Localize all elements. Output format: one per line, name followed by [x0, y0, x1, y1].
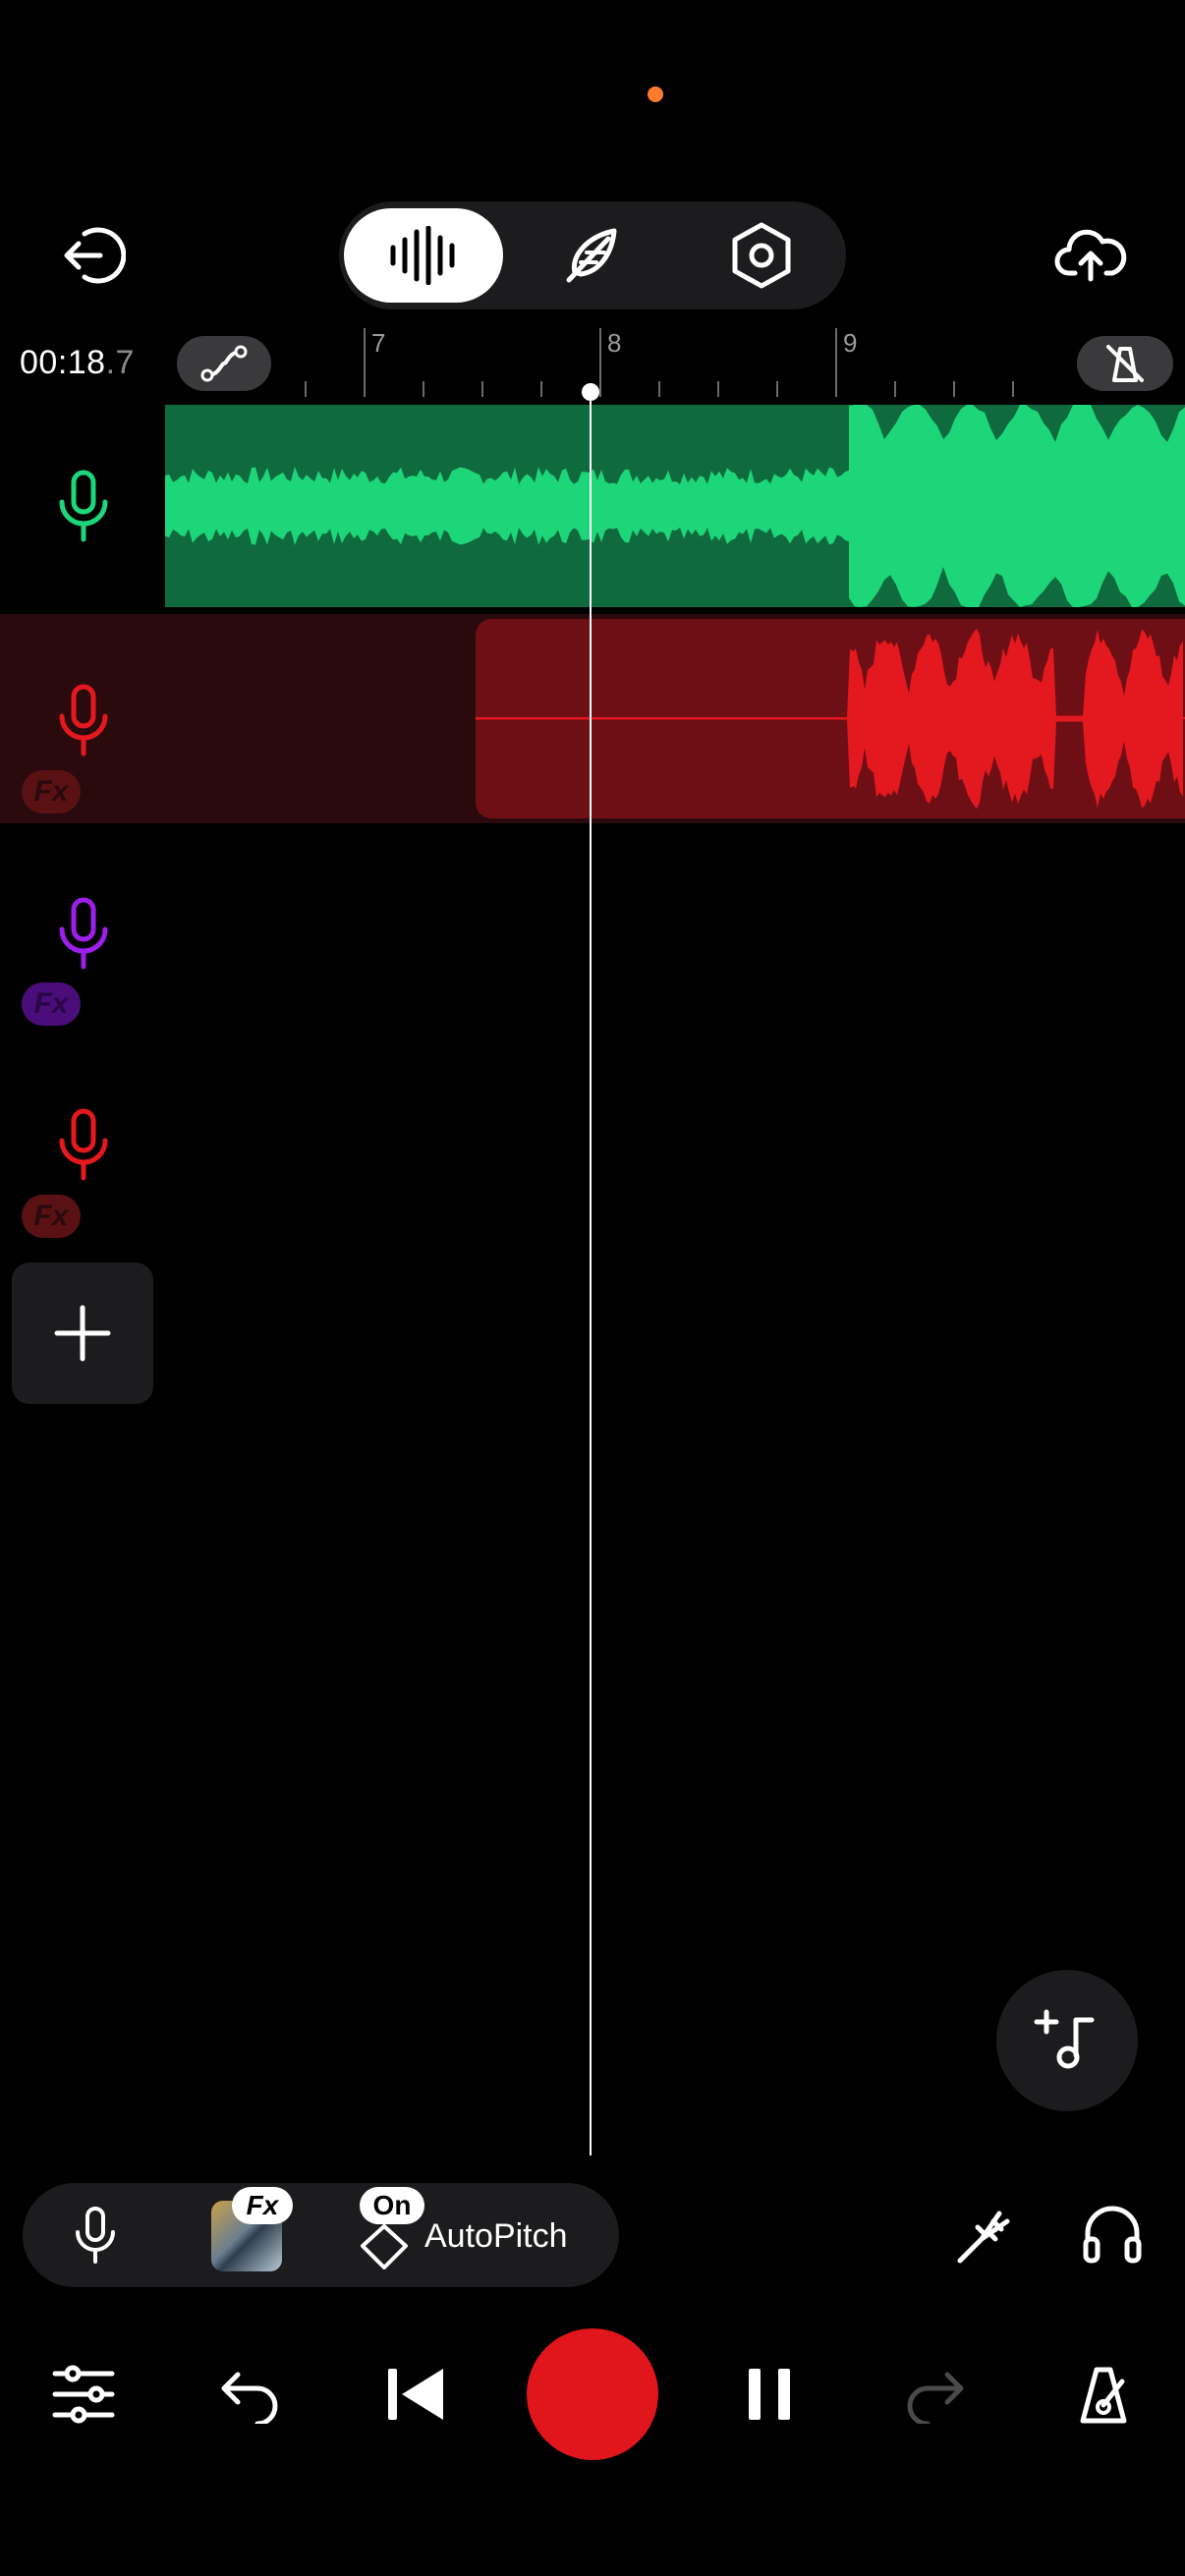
autopitch-label[interactable]: AutoPitch — [424, 2217, 568, 2256]
ruler-tick — [658, 381, 660, 397]
track-1-waveform — [165, 405, 1185, 607]
ruler-tick — [599, 328, 601, 397]
input-mic-button[interactable] — [59, 2196, 132, 2274]
add-track-button[interactable] — [12, 1262, 153, 1404]
track-2-mic-button[interactable] — [39, 676, 128, 764]
ruler-tick — [481, 381, 483, 397]
microphone-icon — [59, 897, 108, 970]
cloud-upload-icon — [1054, 229, 1127, 282]
mode-tab-settings[interactable] — [688, 208, 835, 303]
redo-button[interactable] — [890, 2352, 979, 2436]
headphones-button[interactable] — [1071, 2193, 1154, 2275]
fx-badge: Fx — [232, 2187, 293, 2224]
metronome-off-icon — [1106, 345, 1144, 382]
track-3-mic-button[interactable] — [39, 889, 128, 978]
ruler-tick — [835, 328, 837, 397]
microphone-icon — [59, 1108, 108, 1181]
metronome-button[interactable] — [1059, 2352, 1148, 2436]
settings-hex-icon — [732, 222, 791, 289]
mixer-button[interactable] — [39, 2352, 128, 2436]
time-fraction: .7 — [105, 344, 135, 381]
track-2-waveform — [476, 628, 1185, 810]
ruler-tick — [305, 381, 307, 397]
plus-icon — [54, 1305, 111, 1362]
microphone-icon — [59, 470, 108, 542]
pause-icon — [749, 2369, 790, 2420]
tuning-fork-button[interactable] — [943, 2193, 1026, 2275]
redo-icon — [907, 2372, 964, 2424]
ruler-tick — [423, 381, 424, 397]
mode-tab-lyrics[interactable] — [521, 208, 662, 303]
ruler-mark-7: 7 — [371, 328, 386, 358]
track-2-fx-badge[interactable]: Fx — [22, 770, 81, 813]
playhead-handle[interactable] — [582, 383, 599, 401]
skip-back-icon — [388, 2369, 443, 2420]
track-4-fx-badge[interactable]: Fx — [22, 1195, 81, 1238]
time-display: 00:18.7 — [20, 344, 135, 382]
track-1-mic-button[interactable] — [39, 462, 128, 550]
metronome-icon — [1080, 2367, 1127, 2424]
track-4-mic-button[interactable] — [39, 1100, 128, 1189]
exit-button[interactable] — [49, 216, 138, 295]
diamond-tag-icon — [361, 2224, 408, 2269]
ruler-mark-9: 9 — [843, 328, 858, 358]
undo-button[interactable] — [206, 2352, 295, 2436]
undo-icon — [221, 2372, 278, 2424]
add-music-button[interactable] — [996, 1970, 1138, 2111]
track-3-fx-badge[interactable]: Fx — [22, 982, 81, 1026]
microphone-icon — [59, 684, 108, 756]
automation-button[interactable] — [177, 336, 271, 391]
autopitch-icon-wrap[interactable] — [350, 2216, 419, 2275]
ruler-tick — [1012, 381, 1014, 397]
autopitch-on-badge: On — [360, 2187, 424, 2224]
mode-tab-tracks[interactable] — [344, 208, 503, 303]
skip-back-button[interactable] — [371, 2352, 460, 2436]
record-button[interactable] — [527, 2328, 658, 2460]
feather-icon — [566, 228, 617, 283]
time-main: 00:18 — [20, 344, 106, 381]
ruler-tick — [717, 381, 719, 397]
ruler-tick — [776, 381, 778, 397]
add-music-icon — [1034, 2009, 1095, 2069]
mixer-sliders-icon — [52, 2365, 115, 2424]
ruler-tick — [364, 328, 366, 397]
ruler-mark-8: 8 — [607, 328, 622, 358]
microphone-icon — [76, 2207, 115, 2264]
exit-icon — [64, 227, 126, 284]
status-dot — [648, 86, 663, 102]
ruler-tick — [894, 381, 896, 397]
waveform-icon — [390, 226, 455, 285]
ruler-tick — [953, 381, 955, 397]
automation-curve-icon — [200, 345, 248, 382]
tuning-fork-icon — [957, 2211, 1010, 2264]
upload-button[interactable] — [1042, 216, 1140, 295]
headphones-icon — [1083, 2206, 1142, 2264]
pause-button[interactable] — [725, 2352, 814, 2436]
metronome-toggle[interactable] — [1077, 336, 1173, 391]
ruler-tick — [540, 381, 542, 397]
playhead-line[interactable] — [590, 391, 592, 2156]
